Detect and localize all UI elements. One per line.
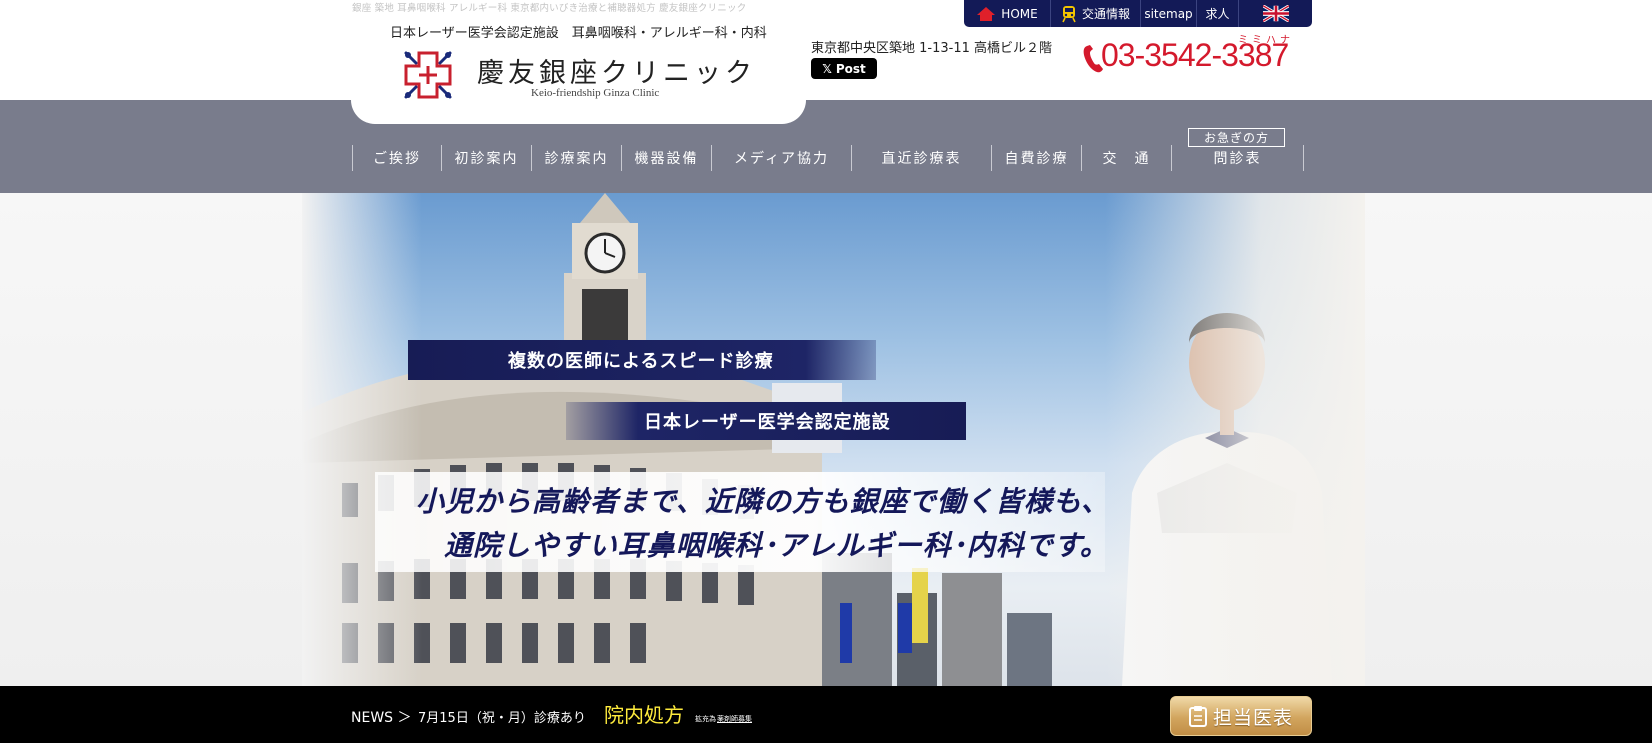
nav-greeting[interactable]: ご挨拶 [352,145,441,171]
x-post-button[interactable]: 𝕏 Post [811,58,877,79]
x-logo-icon: 𝕏 [822,61,832,76]
header: 銀座 築地 耳鼻咽喉科 アレルギー科 東京都内いびき治療と補聴器処方 慶友銀座ク… [0,0,1652,100]
nav-home-label: HOME [1001,6,1038,21]
nav-treatment-info[interactable]: 診療案内 [531,145,621,171]
phone-ruby: ミミハナ [1238,35,1294,46]
news-pharmacist-link[interactable]: 薬剤師募集 [717,714,752,724]
nav-self-pay[interactable]: 自費診療 [991,145,1081,171]
home-icon [977,6,996,21]
hero-lead-line1: 小児から高齢者まで、近隣の方も銀座で働く皆様も、 [416,485,1111,518]
news-text: 7月15日（祝・月）診療あり [418,711,586,726]
news-highlight: 院内処方 [604,703,684,727]
nav-jobs-link[interactable]: 求人 [1197,0,1239,27]
train-icon [1062,5,1076,22]
news-bar [0,686,1652,743]
news-label: NEWS ＞ [351,710,412,726]
nav-home-link[interactable]: HOME [964,0,1051,27]
nav-access[interactable]: 交 通 [1081,145,1171,171]
nav-sitemap-link[interactable]: sitemap [1141,0,1197,27]
uk-flag-icon [1262,5,1289,22]
doctor-schedule-label: 担当医表 [1212,706,1293,729]
nav-questionnaire[interactable]: 問診表 [1171,145,1303,171]
clipboard-icon [1188,706,1207,727]
seo-text: 銀座 築地 耳鼻咽喉科 アレルギー科 東京都内いびき治療と補聴器処方 慶友銀座ク… [352,3,747,14]
x-post-label: Post [835,61,866,76]
hero-banner-laser: 日本レーザー医学会認定施設 [566,402,966,440]
nav-equipment[interactable]: 機器設備 [621,145,711,171]
hero-banner-speed: 複数の医師によるスピード診療 [408,340,876,380]
nav-access-link[interactable]: 交通情報 [1051,0,1141,27]
nav-english-link[interactable] [1239,0,1312,27]
clinic-name-en: Keio-friendship Ginza Clinic [531,87,660,99]
nav-access-label: 交通情報 [1081,7,1130,21]
hero-fade-right [1105,193,1365,686]
nav-first-visit[interactable]: 初診案内 [441,145,531,171]
nav-schedule[interactable]: 直近診療表 [851,145,991,171]
main-nav-items: ご挨拶 初診案内 診療案内 機器設備 メディア協力 直近診療表 自費診療 交 通… [352,145,1304,171]
tagline: 日本レーザー医学会認定施設 耳鼻咽喉科・アレルギー科・内科 [390,26,767,41]
clinic-address: 東京都中央区築地 1-13-11 高橋ビル２階 [811,41,1053,56]
hero-lead-line2: 通院しやすい耳鼻咽喉科･アレルギー科･内科です。 [444,529,1109,562]
top-nav: HOME 交通情報 sitemap 求人 [964,0,1312,27]
hero-fade-left [302,193,422,686]
nav-media[interactable]: メディア協力 [711,145,851,171]
doctor-schedule-button[interactable]: 担当医表 [1170,696,1312,736]
nav-divider [1303,145,1304,171]
clinic-name[interactable]: 慶友銀座クリニック [477,51,756,90]
news-small-note: 拡充為 [695,715,716,723]
clinic-logo-icon[interactable] [402,49,454,101]
logo-tab-background [351,100,806,124]
